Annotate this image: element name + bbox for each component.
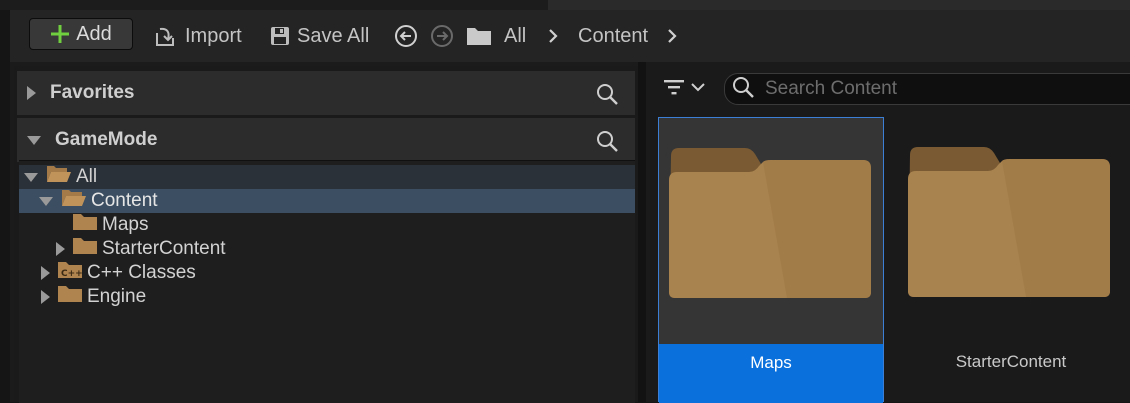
panel-splitter[interactable] <box>638 62 646 402</box>
window-top-strip <box>0 0 1130 10</box>
folder-icon <box>466 25 492 47</box>
filter-icon <box>662 76 686 103</box>
favorites-section-header[interactable]: Favorites <box>17 71 635 115</box>
import-button-label: Import <box>185 24 242 47</box>
forward-button[interactable] <box>430 19 454 53</box>
tree-item-label: Content <box>91 190 158 211</box>
save-icon <box>269 25 291 47</box>
viewport-hint <box>548 0 1130 10</box>
add-button[interactable]: Add <box>29 18 133 50</box>
asset-tile-startercontent[interactable]: StarterContent <box>898 117 1124 402</box>
breadcrumb-separator[interactable] <box>665 19 679 53</box>
chevron-right-icon <box>546 27 560 45</box>
save-all-button[interactable]: Save All <box>269 19 369 53</box>
sources-panel: Favorites GameMode All Content Maps Star… <box>14 66 638 403</box>
folder-icon <box>667 146 873 307</box>
favorites-label: Favorites <box>50 82 135 103</box>
chevron-right-icon <box>665 27 679 45</box>
add-button-label: Add <box>76 22 112 45</box>
path-folder-button[interactable] <box>466 19 492 53</box>
asset-tile-label: StarterContent <box>955 352 1067 371</box>
tree-item-startercontent[interactable]: StarterContent <box>19 237 635 261</box>
tree-item-maps[interactable]: Maps <box>19 213 635 237</box>
breadcrumb-all[interactable]: All <box>504 19 526 53</box>
back-button[interactable] <box>394 19 418 53</box>
save-all-button-label: Save All <box>297 24 370 47</box>
tree-item-content[interactable]: Content <box>19 189 635 213</box>
tree-item-label: All <box>76 166 98 187</box>
plus-icon <box>50 24 70 44</box>
chevron-down-icon <box>690 80 706 99</box>
expand-arrow-icon[interactable] <box>56 242 65 256</box>
asset-tile-maps[interactable]: Maps <box>658 117 884 403</box>
tree-item-label: Engine <box>87 286 147 307</box>
search-content-input[interactable] <box>763 77 1107 101</box>
asset-view-panel: Maps StarterContent <box>646 62 1130 403</box>
folder-tree: All Content Maps StarterContent C++ C++ … <box>19 160 635 403</box>
import-icon <box>153 24 179 48</box>
breadcrumb-content-label: Content <box>578 24 649 47</box>
search-icon[interactable] <box>595 82 619 112</box>
folder-icon <box>57 284 83 310</box>
search-content-field[interactable] <box>724 73 1130 105</box>
expand-arrow-icon[interactable] <box>41 266 50 280</box>
folder-icon <box>72 212 98 238</box>
breadcrumb-content[interactable]: Content <box>578 19 648 53</box>
svg-text:C++: C++ <box>61 269 83 279</box>
forward-arrow-icon <box>430 24 454 48</box>
folder-icon <box>906 145 1112 306</box>
tree-item-cpp-classes[interactable]: C++ C++ Classes <box>19 261 635 285</box>
collapse-arrow-icon[interactable] <box>24 172 38 182</box>
collapse-arrow-icon[interactable] <box>27 135 41 145</box>
cpp-folder-icon: C++ <box>57 260 83 286</box>
back-arrow-icon <box>394 24 418 48</box>
collapse-arrow-icon[interactable] <box>39 196 53 206</box>
breadcrumb-all-label: All <box>504 24 527 47</box>
expand-arrow-icon[interactable] <box>27 86 36 100</box>
project-section-header[interactable]: GameMode <box>17 118 635 162</box>
tree-item-label: StarterContent <box>102 238 226 259</box>
content-browser-toolbar: Add Import Save All All Content <box>10 10 1130 62</box>
breadcrumb-separator[interactable] <box>546 19 560 53</box>
asset-tile-label: Maps <box>659 344 883 403</box>
folder-open-icon <box>61 188 87 214</box>
folder-open-icon <box>46 164 72 190</box>
filter-button[interactable] <box>662 76 706 103</box>
tree-item-label: Maps <box>102 214 149 235</box>
search-icon <box>731 75 755 104</box>
project-label: GameMode <box>55 129 158 150</box>
tree-item-all[interactable]: All <box>19 165 635 189</box>
tree-item-label: C++ Classes <box>87 262 196 283</box>
tree-item-engine[interactable]: Engine <box>19 285 635 309</box>
expand-arrow-icon[interactable] <box>41 290 50 304</box>
import-button[interactable]: Import <box>153 19 242 53</box>
search-icon[interactable] <box>595 129 619 159</box>
folder-icon <box>72 236 98 262</box>
